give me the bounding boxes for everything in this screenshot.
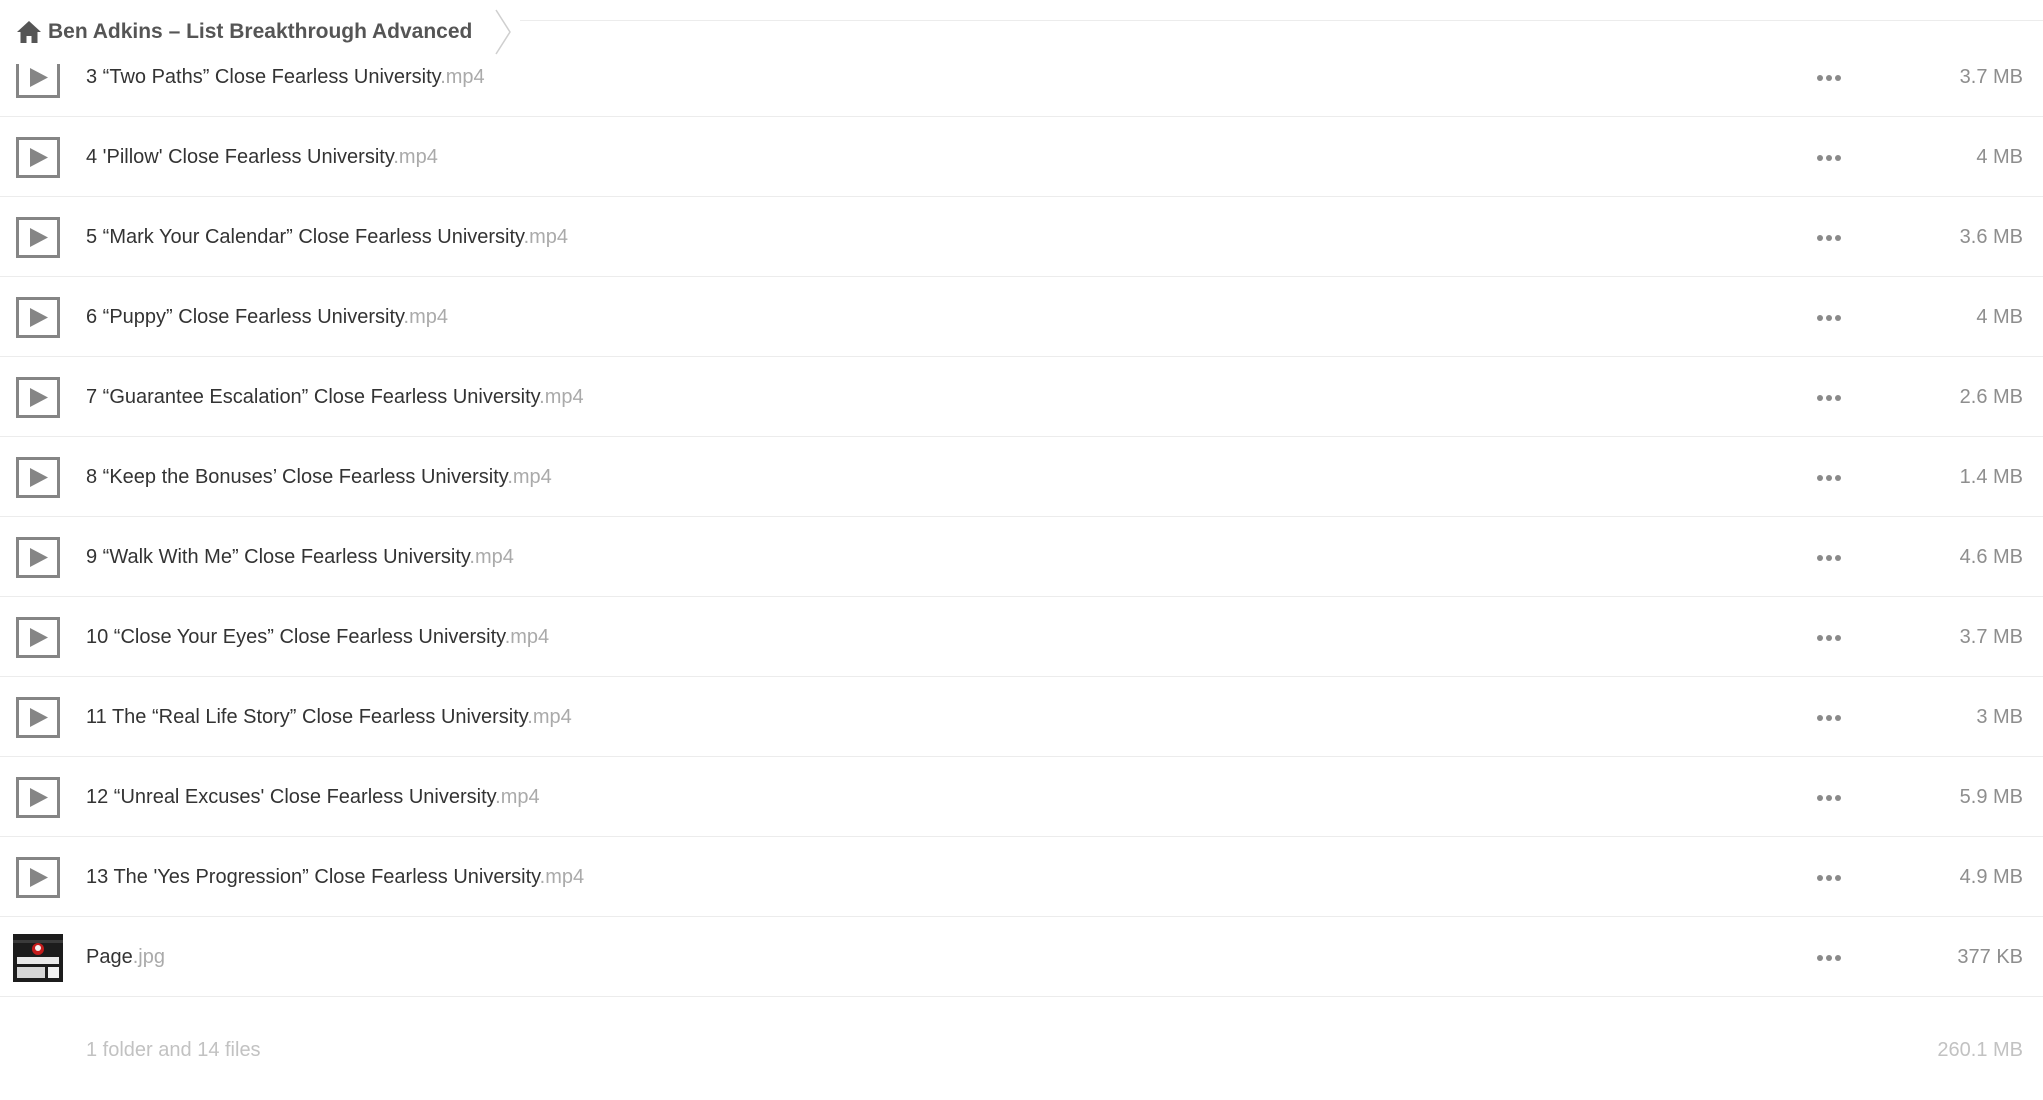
chevron-right-icon [494,9,512,55]
play-icon[interactable] [16,217,60,258]
file-extension: .mp4 [393,146,438,168]
folder-summary: 1 folder and 14 files 260.1 MB [0,1010,2043,1090]
more-options-icon[interactable] [1814,865,1844,889]
file-basename: 9 “Walk With Me” Close Fearless Universi… [86,546,470,568]
file-row[interactable]: 10 “Close Your Eyes” Close Fearless Univ… [0,597,2043,677]
more-options-icon[interactable] [1814,545,1844,569]
more-options-icon[interactable] [1814,305,1844,329]
file-size: 4 MB [1976,146,2023,168]
breadcrumb: Ben Adkins – List Breakthrough Advanced [0,0,520,64]
more-options-icon[interactable] [1814,225,1844,249]
file-name[interactable]: 13 The 'Yes Progression” Close Fearless … [86,837,584,917]
file-extension: .mp4 [527,706,572,728]
play-icon[interactable] [16,697,60,738]
more-options-icon[interactable] [1814,625,1844,649]
more-options-icon[interactable] [1814,65,1844,89]
file-extension: .mp4 [440,66,485,88]
file-basename: 5 “Mark Your Calendar” Close Fearless Un… [86,226,524,248]
file-extension: .mp4 [469,546,514,568]
breadcrumb-folder-title[interactable]: Ben Adkins – List Breakthrough Advanced [48,20,472,44]
total-size: 260.1 MB [1937,1039,2023,1061]
file-basename: 8 “Keep the Bonuses’ Close Fearless Univ… [86,466,508,488]
file-size: 4 MB [1976,306,2023,328]
file-name[interactable]: Page.jpg [86,917,165,997]
file-name[interactable]: 8 “Keep the Bonuses’ Close Fearless Univ… [86,437,552,517]
play-icon[interactable] [16,137,60,178]
file-size: 3.6 MB [1959,226,2023,248]
play-icon[interactable] [16,617,60,658]
file-row[interactable]: 6 “Puppy” Close Fearless University.mp4 4… [0,277,2043,357]
file-size: 4.6 MB [1959,546,2023,568]
more-options-icon[interactable] [1814,705,1844,729]
file-extension: .mp4 [523,226,569,248]
item-count: 1 folder and 14 files [86,1039,261,1061]
file-basename: 13 The 'Yes Progression” Close Fearless … [86,866,540,888]
file-basename: 11 The “Real Life Story” Close Fearless … [86,706,528,728]
play-icon[interactable] [16,297,60,338]
file-basename: 3 “Two Paths” Close Fearless University [86,66,441,88]
file-basename: 6 “Puppy” Close Fearless University [86,306,404,328]
file-extension: .mp4 [495,786,540,808]
file-size: 3.7 MB [1959,626,2023,648]
file-extension: .mp4 [539,386,584,408]
more-options-icon[interactable] [1814,945,1844,969]
file-size: 2.6 MB [1959,386,2023,408]
file-size: 5.9 MB [1959,786,2023,808]
image-thumbnail[interactable] [13,934,63,982]
play-icon[interactable] [16,457,60,498]
file-name[interactable]: 7 “Guarantee Escalation” Close Fearless … [86,357,584,437]
file-name[interactable]: 11 The “Real Life Story” Close Fearless … [86,677,572,757]
file-basename: 12 “Unreal Excuses' Close Fearless Unive… [86,786,496,808]
file-size: 3 MB [1976,706,2023,728]
file-basename: 10 “Close Your Eyes” Close Fearless Univ… [86,626,505,648]
file-row[interactable]: 11 The “Real Life Story” Close Fearless … [0,677,2043,757]
file-basename: 7 “Guarantee Escalation” Close Fearless … [86,386,540,408]
file-extension: .jpg [132,946,165,968]
file-row[interactable]: 4 'Pillow' Close Fearless University.mp4… [0,117,2043,197]
file-basename: Page [86,946,133,968]
file-extension: .mp4 [403,306,448,328]
file-name[interactable]: 12 “Unreal Excuses' Close Fearless Unive… [86,757,540,837]
file-extension: .mp4 [504,626,550,648]
file-name[interactable]: 9 “Walk With Me” Close Fearless Universi… [86,517,514,597]
file-row[interactable]: 8 “Keep the Bonuses’ Close Fearless Univ… [0,437,2043,517]
file-name[interactable]: 4 'Pillow' Close Fearless University.mp4 [86,117,438,197]
file-row[interactable]: 5 “Mark Your Calendar” Close Fearless Un… [0,197,2043,277]
play-icon[interactable] [16,537,60,578]
file-extension: .mp4 [507,466,552,488]
more-options-icon[interactable] [1814,385,1844,409]
file-size: 4.9 MB [1959,866,2023,888]
file-row[interactable]: 9 “Walk With Me” Close Fearless Universi… [0,517,2043,597]
file-extension: .mp4 [539,866,585,888]
more-options-icon[interactable] [1814,465,1844,489]
file-size: 1.4 MB [1959,466,2023,488]
file-size: 377 KB [1957,946,2023,968]
file-row[interactable]: 12 “Unreal Excuses' Close Fearless Unive… [0,757,2043,837]
file-row[interactable]: 13 The 'Yes Progression” Close Fearless … [0,837,2043,917]
file-browser: Ben Adkins – List Breakthrough Advanced … [0,0,2043,1100]
file-name[interactable]: 6 “Puppy” Close Fearless University.mp4 [86,277,448,357]
more-options-icon[interactable] [1814,785,1844,809]
more-options-icon[interactable] [1814,145,1844,169]
file-row[interactable]: Page.jpg 377 KB [0,917,2043,997]
home-icon[interactable] [16,19,42,45]
file-name[interactable]: 5 “Mark Your Calendar” Close Fearless Un… [86,197,568,277]
play-icon[interactable] [16,857,60,898]
play-icon[interactable] [16,777,60,818]
file-row[interactable]: 7 “Guarantee Escalation” Close Fearless … [0,357,2043,437]
file-basename: 4 'Pillow' Close Fearless University [86,146,394,168]
play-icon[interactable] [16,377,60,418]
file-name[interactable]: 10 “Close Your Eyes” Close Fearless Univ… [86,597,549,677]
file-list: 3 “Two Paths” Close Fearless University.… [0,37,2043,997]
file-size: 3.7 MB [1959,66,2023,88]
